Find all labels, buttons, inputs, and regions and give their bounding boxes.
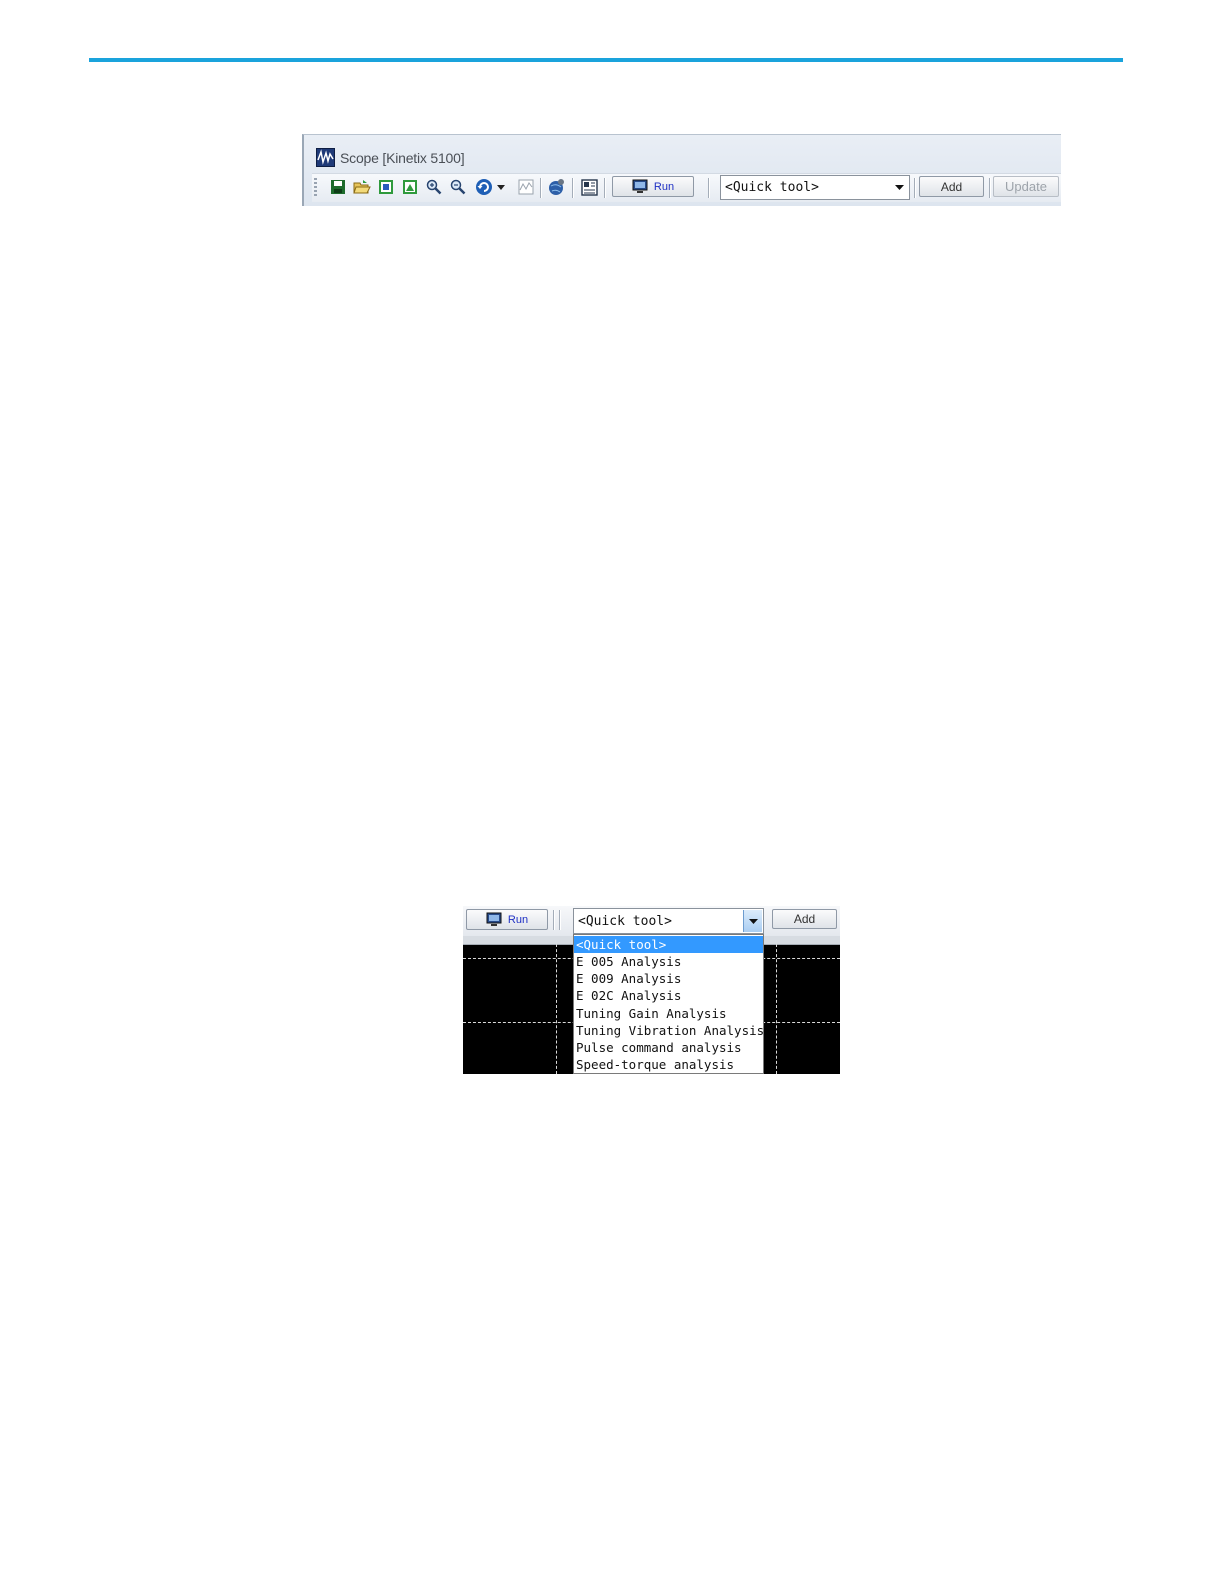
toolbar-separator <box>708 178 709 198</box>
quick-tool-value: <Quick tool> <box>578 914 672 929</box>
zoom-in-icon[interactable] <box>425 178 443 196</box>
quick-tool-dropdown-screenshot: Run <Quick tool> Add <Quick tool> E 005 … <box>463 906 840 1074</box>
quick-tool-options-list: <Quick tool> E 005 Analysis E 009 Analys… <box>573 934 764 1074</box>
header-rule <box>89 58 1123 62</box>
add-label: Add <box>940 179 963 194</box>
save-icon[interactable] <box>329 178 347 196</box>
fit-all-icon[interactable] <box>401 178 419 196</box>
dropdown-toolbar: Run <Quick tool> Add <box>463 906 840 936</box>
update-button[interactable]: Update <box>993 176 1059 197</box>
monitor-icon <box>632 179 648 193</box>
run-button[interactable]: Run <box>466 909 548 930</box>
quick-tool-select[interactable]: <Quick tool> <box>573 908 764 934</box>
undo-icon[interactable] <box>475 178 493 196</box>
add-button[interactable]: Add <box>919 176 984 197</box>
update-label: Update <box>1005 179 1047 194</box>
scope-window: Scope [Kinetix 5100] Run <Quick tool> Ad… <box>302 134 1061 206</box>
list-item-tuning-gain-analysis[interactable]: Tuning Gain Analysis <box>574 1005 763 1022</box>
monitor-icon <box>486 912 502 926</box>
title-bar: Scope [Kinetix 5100] <box>304 135 1061 169</box>
toolbar-separator <box>572 178 573 198</box>
settings-globe-icon[interactable] <box>548 178 566 196</box>
toolbar-separator <box>540 178 541 198</box>
fit-view-icon[interactable] <box>377 178 395 196</box>
toolbar-separator <box>553 910 554 930</box>
display-icon[interactable] <box>580 178 598 196</box>
scope-toolbar: Run <Quick tool> Add Update <box>312 173 1061 202</box>
dropdown-arrow-icon[interactable] <box>496 178 506 196</box>
window-title: Scope [Kinetix 5100] <box>340 150 465 166</box>
list-item-pulse-command-analysis[interactable]: Pulse command analysis <box>574 1039 763 1056</box>
toolbar-grip[interactable] <box>314 178 317 198</box>
list-item-e009-analysis[interactable]: E 009 Analysis <box>574 970 763 987</box>
waveform-icon[interactable] <box>517 178 535 196</box>
zoom-out-icon[interactable] <box>449 178 467 196</box>
run-button[interactable]: Run <box>612 176 694 197</box>
grid-line <box>776 944 777 1074</box>
chevron-down-icon[interactable] <box>890 177 908 198</box>
grid-line <box>556 944 557 1074</box>
list-item-speed-torque-analysis[interactable]: Speed-torque analysis <box>574 1056 763 1073</box>
list-item-e02c-analysis[interactable]: E 02C Analysis <box>574 987 763 1004</box>
toolbar-separator <box>604 178 605 198</box>
toolbar-separator <box>559 910 560 930</box>
toolbar-separator <box>989 178 990 198</box>
run-label: Run <box>507 913 529 926</box>
add-button[interactable]: Add <box>772 909 837 929</box>
list-item-quick-tool[interactable]: <Quick tool> <box>574 936 763 953</box>
chevron-down-icon[interactable] <box>743 910 762 932</box>
scope-app-icon <box>316 148 335 167</box>
toolbar-separator <box>914 178 915 198</box>
open-folder-icon[interactable] <box>353 178 371 196</box>
quick-tool-value: <Quick tool> <box>725 180 819 195</box>
add-label: Add <box>793 912 816 926</box>
list-item-tuning-vibration-analysis[interactable]: Tuning Vibration Analysis <box>574 1022 764 1039</box>
list-item-e005-analysis[interactable]: E 005 Analysis <box>574 953 763 970</box>
run-label: Run <box>653 180 675 193</box>
quick-tool-select[interactable]: <Quick tool> <box>720 175 910 200</box>
